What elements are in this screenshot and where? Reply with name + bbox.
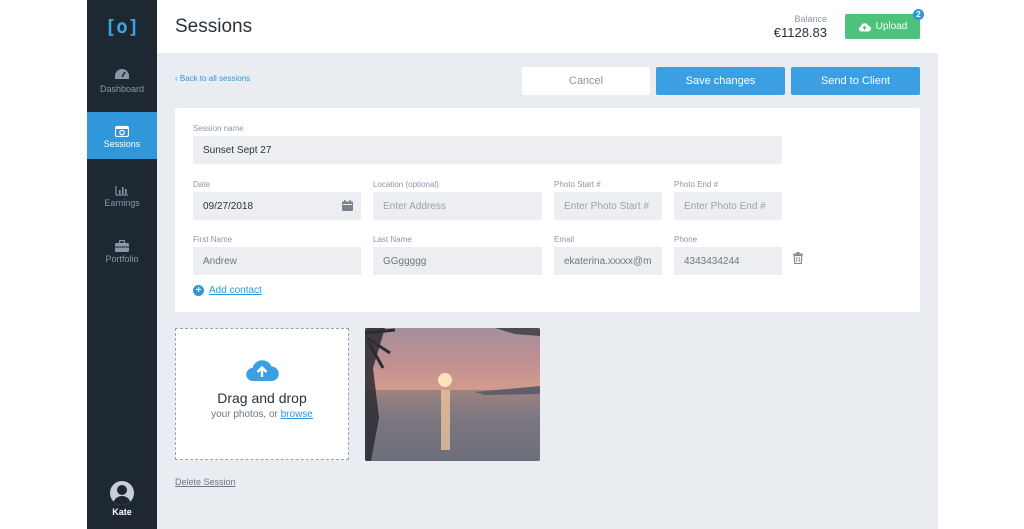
dashboard-icon: [115, 69, 129, 79]
cancel-button[interactable]: Cancel: [522, 67, 650, 95]
cloud-upload-icon: [246, 360, 279, 382]
sidebar-item-sessions[interactable]: Sessions: [87, 112, 157, 159]
user-name: Kate: [112, 507, 132, 517]
dropzone-title: Drag and drop: [217, 390, 307, 406]
sidebar-item-portfolio[interactable]: Portfolio: [87, 240, 157, 287]
user-profile[interactable]: Kate: [87, 481, 157, 517]
first-name-input[interactable]: Andrew: [193, 247, 361, 275]
calendar-icon[interactable]: [342, 200, 353, 211]
earnings-icon: [115, 186, 128, 196]
sidebar-item-label: Earnings: [104, 198, 140, 208]
browse-link[interactable]: browse: [281, 409, 313, 420]
phone-label: Phone: [674, 235, 698, 244]
photo-start-label: Photo Start #: [554, 180, 601, 189]
sidebar-item-label: Sessions: [103, 139, 141, 149]
last-name-label: Last Name: [373, 235, 412, 244]
photo-end-label: Photo End #: [674, 180, 719, 189]
plus-circle-icon: +: [193, 285, 204, 296]
add-contact-label: Add contact: [209, 285, 262, 296]
date-value: 09/27/2018: [203, 200, 254, 212]
location-input[interactable]: Enter Address: [373, 192, 542, 220]
sunset-photo-image: [365, 328, 540, 461]
back-link-label: Back to all sessions: [179, 74, 251, 83]
session-form-card: Session name Sunset Sept 27 Date 09/27/2…: [175, 108, 920, 312]
sidebar-item-label: Dashboard: [99, 84, 145, 94]
photo-dropzone[interactable]: Drag and drop your photos, or browse: [175, 328, 349, 460]
balance-value: €1128.83: [773, 25, 827, 40]
email-input[interactable]: ekaterina.xxxxx@m: [554, 247, 662, 275]
dropzone-subtitle-text: your photos, or: [211, 409, 278, 420]
sidebar-item-earnings[interactable]: Earnings: [87, 184, 157, 231]
cloud-upload-icon: [858, 22, 871, 31]
delete-session-link[interactable]: Delete Session: [175, 477, 236, 487]
app-logo[interactable]: [o]: [87, 16, 157, 38]
photo-start-input[interactable]: Enter Photo Start #: [554, 192, 662, 220]
upload-button[interactable]: Upload: [845, 14, 920, 39]
avatar: [110, 481, 134, 505]
session-name-label: Session name: [193, 124, 244, 133]
sessions-icon: [115, 125, 129, 137]
date-input[interactable]: 09/27/2018: [193, 192, 361, 220]
page-title: Sessions: [175, 16, 253, 37]
send-to-client-button[interactable]: Send to Client: [791, 67, 920, 95]
sidebar-item-label: Portfolio: [105, 254, 139, 264]
location-label: Location (optional): [373, 180, 439, 189]
trash-icon[interactable]: [793, 252, 803, 264]
dropzone-subtitle: your photos, or browse: [176, 409, 348, 420]
session-name-input[interactable]: Sunset Sept 27: [193, 136, 782, 164]
save-changes-button[interactable]: Save changes: [656, 67, 785, 95]
portfolio-icon: [115, 240, 129, 252]
photo-end-input[interactable]: Enter Photo End #: [674, 192, 782, 220]
date-label: Date: [193, 180, 210, 189]
phone-input[interactable]: 4343434244: [674, 247, 782, 275]
sunset-photo-thumbnail[interactable]: [365, 328, 540, 461]
app-window: [o] Dashboard Sessions Earnings Portfoli…: [87, 0, 938, 529]
balance-label: Balance: [794, 14, 827, 24]
add-contact-link[interactable]: + Add contact: [193, 285, 262, 296]
last-name-input[interactable]: GGggggg: [373, 247, 542, 275]
sidebar: [o] Dashboard Sessions Earnings Portfoli…: [87, 0, 157, 529]
upload-label: Upload: [875, 21, 908, 32]
notification-badge: 2: [913, 9, 924, 20]
email-label: Email: [554, 235, 575, 244]
back-link[interactable]: ‹ Back to all sessions: [175, 74, 250, 83]
header: Sessions Balance €1128.83 Upload 2: [157, 0, 938, 53]
main-content: ‹ Back to all sessions Cancel Save chang…: [157, 53, 938, 529]
first-name-label: First Name: [193, 235, 233, 244]
sidebar-item-dashboard[interactable]: Dashboard: [87, 68, 157, 115]
